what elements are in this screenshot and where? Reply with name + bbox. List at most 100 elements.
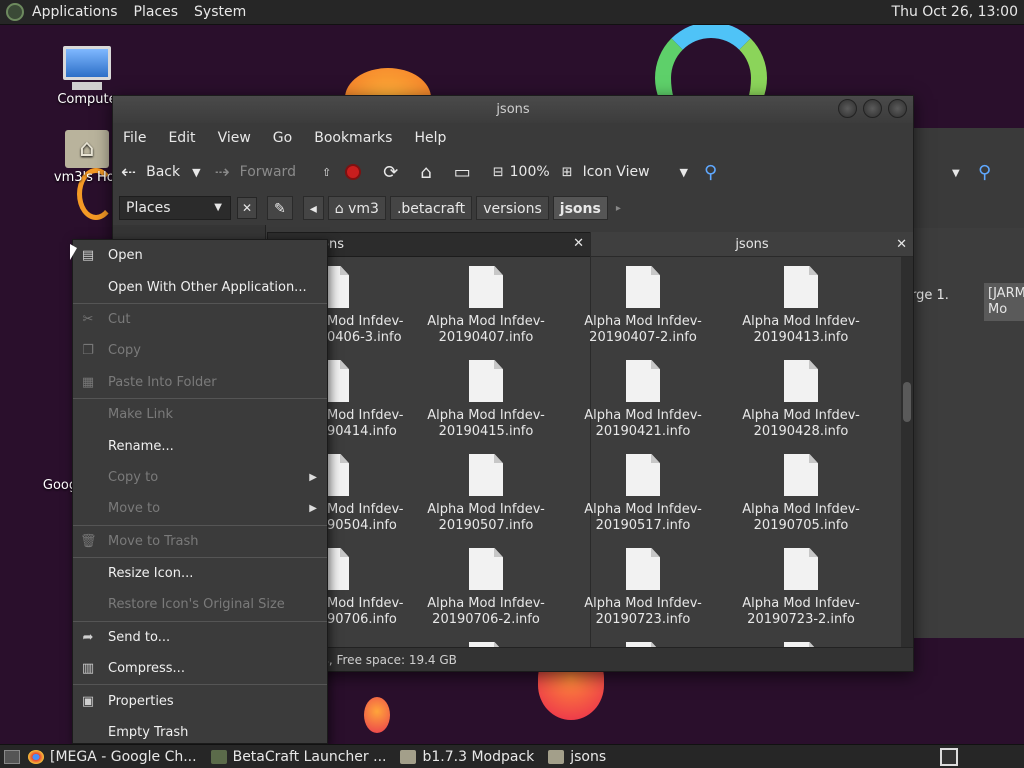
window-title: jsons [496,102,530,117]
file-item[interactable]: Alpha Mod Infdev- 20190705.info [741,454,861,534]
chrome-icon [28,749,44,764]
folder-icon [400,749,417,764]
breadcrumb-jsons[interactable]: jsons [552,196,608,220]
background-file-label: [JARM Mo [984,283,1024,321]
document-icon [784,266,818,308]
close-button[interactable] [888,99,907,118]
places-menu[interactable]: Places [134,4,179,20]
back-history-chevron-icon[interactable]: ▼ [192,166,200,179]
task-chrome[interactable]: [MEGA - Google Ch... [28,749,197,765]
context-menu-label: Move to [108,501,161,517]
context-menu-label: Paste Into Folder [108,374,217,390]
window-titlebar[interactable]: jsons [113,96,913,123]
breadcrumb-left-arrow-icon[interactable]: ◂ [302,196,324,220]
submenu-arrow-icon: ▶ [309,503,317,515]
view-mode-chevron-icon[interactable]: ▼ [680,166,688,179]
file-name-line: Alpha Mod Infdev- [742,502,860,517]
document-icon [626,548,660,590]
view-mode-label: Icon View [582,164,650,180]
document-icon [626,266,660,308]
tab-right[interactable]: jsons ✕ [591,232,913,257]
close-icon[interactable]: ✕ [573,236,584,251]
breadcrumb-betacraft[interactable]: .betacraft [389,196,473,220]
close-sidebar-button[interactable]: ✕ [237,197,257,219]
scrollbar-thumb[interactable] [903,382,911,422]
file-item[interactable]: Alpha Mod Infdev- 20190428.info [741,360,861,440]
forward-arrow-icon: ⇢ [214,161,230,183]
file-item[interactable]: Alpha Mod Infdev- 20190706-2.info [426,548,546,628]
menu-bookmarks[interactable]: Bookmarks [314,130,392,146]
breadcrumb-versions[interactable]: versions [476,196,549,220]
file-item[interactable]: Alpha Mod Infdev- 20190723-2.info [741,548,861,628]
applications-menu[interactable]: Applications [32,4,118,20]
context-menu-item[interactable]: ➦ Send to... [73,622,327,653]
context-menu-item[interactable]: Resize Icon... [73,558,327,589]
clock[interactable]: Thu Oct 26, 13:00 [892,4,1018,20]
forward-label: Forward [239,164,296,180]
task-betacraft[interactable]: BetaCraft Launcher ... [210,749,386,765]
file-name-line: Alpha Mod Infdev- [742,314,860,329]
show-desktop-icon[interactable] [4,749,20,764]
context-menu-label: Compress... [108,661,185,677]
breadcrumb-right-arrow-icon[interactable]: ▸ [616,203,621,214]
file-name-line: 20190415.info [438,424,534,439]
file-item[interactable]: Alpha Mod Infdev- 20190407-2.info [583,266,703,346]
edit-location-button[interactable]: ✎ [267,196,293,220]
system-menu[interactable]: System [194,4,246,20]
context-menu-item[interactable]: ▥ Compress... [73,653,327,684]
menu-go[interactable]: Go [273,130,292,146]
workspace-switcher[interactable] [940,748,958,766]
computer-button[interactable]: ▭ [454,162,481,183]
toolbar: ⇠ Back ▼ ⇢ Forward ⇧ ⟳ ⌂ ▭ ⊟ 100% ⊞ Icon Vie… [113,153,913,191]
context-menu-label: Copy [108,343,141,359]
search-icon[interactable]: ⚲ [704,162,717,183]
context-menu-item[interactable]: Rename... [73,430,327,461]
view-mode-select[interactable]: ⊞ Icon View [562,164,650,180]
reload-button[interactable]: ⟳ [383,162,408,183]
file-item[interactable]: Alpha Mod Infdev- 20190415.info [426,360,546,440]
forward-button[interactable]: ⇢ Forward [215,162,296,183]
file-item[interactable]: Alpha Mod Infdev- 20190517.info [583,454,703,534]
home-button[interactable]: ⌂ [420,162,441,183]
menu-file[interactable]: File [123,130,146,146]
search-icon[interactable]: ⚲ [978,162,991,183]
distro-logo-icon[interactable] [6,3,24,21]
task-label: b1.7.3 Modpack [422,748,535,765]
task-modpack[interactable]: b1.7.3 Modpack [400,749,534,765]
stop-icon[interactable] [345,164,362,180]
file-name-line: 20190706-2.info [432,612,540,627]
file-name-line: Alpha Mod Infdev- [742,596,860,611]
file-name-line: Alpha Mod Infdev- [584,314,702,329]
up-arrow-icon[interactable]: ⇧ [322,166,331,179]
document-icon [469,360,503,402]
task-jsons[interactable]: jsons [548,749,606,765]
file-item[interactable]: Alpha Mod Infdev- 20190413.info [741,266,861,346]
menu-edit[interactable]: Edit [168,130,195,146]
file-item[interactable]: Alpha Mod Infdev- 20190407.info [426,266,546,346]
zoom-out-button[interactable]: ⊟ 100% [493,164,550,180]
close-icon[interactable]: ✕ [896,232,907,257]
context-menu-item[interactable]: ▤ Open [73,240,327,271]
context-menu-label: Empty Trash [108,725,189,741]
scrollbar[interactable] [901,257,913,649]
file-name-line: Alpha Mod Infdev- [427,408,545,423]
menu-view[interactable]: View [218,130,251,146]
back-button[interactable]: ⇠ Back [121,162,180,183]
context-menu-item[interactable]: ▣ Properties [73,685,327,716]
context-menu: ▤ Open Open With Other Application... ✂ Cut ❐… [72,239,328,744]
breadcrumb-vm3[interactable]: ⌂ vm3 [327,196,386,220]
maximize-button[interactable] [863,99,882,118]
sidebar-select[interactable]: Places ▼ [119,196,231,220]
file-item[interactable]: Alpha Mod Infdev- 20190421.info [583,360,703,440]
file-item[interactable]: Alpha Mod Infdev- 20190723.info [583,548,703,628]
send-icon: ➦ [82,629,94,645]
minimize-button[interactable] [838,99,857,118]
document-icon [784,360,818,402]
background-window-toolbar: ▼ ⚲ [912,128,1024,228]
chevron-down-icon[interactable]: ▼ [952,168,960,179]
context-menu-item[interactable]: Open With Other Application... [73,271,327,302]
home-icon: ⌂ [420,161,432,183]
menu-help[interactable]: Help [414,130,446,146]
context-menu-label: Send to... [108,629,171,645]
file-item[interactable]: Alpha Mod Infdev- 20190507.info [426,454,546,534]
